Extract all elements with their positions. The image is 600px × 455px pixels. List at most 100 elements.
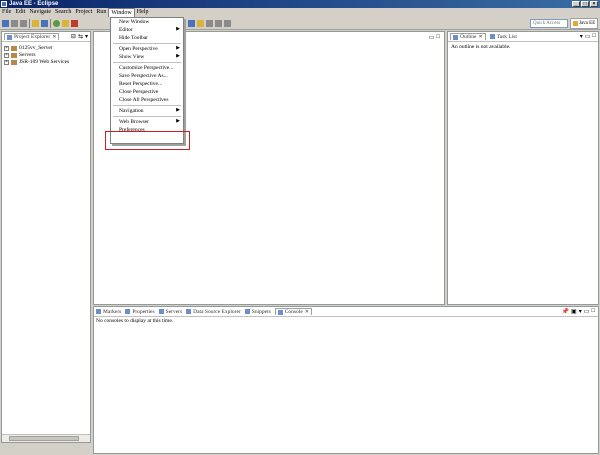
- external-tools-icon[interactable]: [188, 19, 195, 27]
- menu-window[interactable]: Window: [108, 7, 135, 18]
- tab-snippets[interactable]: Snippets: [244, 309, 271, 315]
- back-icon[interactable]: [215, 19, 222, 27]
- tab-console[interactable]: Console ✕: [274, 308, 312, 315]
- maximize-icon[interactable]: □: [591, 308, 595, 315]
- tab-project-explorer[interactable]: Project Explorer ✕: [4, 33, 60, 40]
- menu-item-label: Show View: [119, 54, 145, 60]
- maximize-button[interactable]: □: [581, 1, 589, 7]
- expand-icon[interactable]: +: [4, 46, 9, 51]
- menu-item-hide-toolbar[interactable]: Hide Toolbar: [111, 34, 183, 42]
- menu-item-reset-perspective[interactable]: Reset Perspective...: [111, 80, 183, 88]
- tree-item[interactable]: + Servers: [4, 52, 88, 59]
- collapse-all-icon[interactable]: ⊟: [71, 33, 76, 40]
- next-annotation-icon[interactable]: [206, 19, 213, 27]
- search-icon[interactable]: [41, 19, 48, 27]
- menu-item-new-window[interactable]: New Window: [111, 18, 183, 26]
- stop-icon[interactable]: [71, 19, 78, 27]
- tab-servers-label: Servers: [165, 308, 183, 315]
- menu-item-customize-perspective[interactable]: Customize Perspective...: [111, 64, 183, 72]
- menu-item-label: Web Browser: [119, 119, 149, 125]
- tab-task-list[interactable]: Task List: [489, 33, 517, 40]
- menu-item-label: Editor: [119, 27, 133, 33]
- perspective-button[interactable]: Java EE: [570, 18, 598, 29]
- toolbar-separator: [50, 18, 51, 28]
- quick-access-input[interactable]: Quick Access: [530, 19, 568, 28]
- project-tree: + 0125vv_Server + Servers + JSR-109 Web …: [2, 42, 90, 69]
- link-editor-icon[interactable]: ⇆: [78, 33, 83, 40]
- menu-item-editor[interactable]: Editor ▶: [111, 26, 183, 34]
- open-console-icon[interactable]: ▾: [579, 308, 582, 315]
- expand-icon[interactable]: +: [4, 60, 9, 65]
- menu-item-close-perspective[interactable]: Close Perspective: [111, 88, 183, 96]
- folder-icon: [11, 53, 17, 58]
- submenu-arrow-icon: ▶: [176, 46, 180, 51]
- save-icon[interactable]: [11, 19, 18, 27]
- minimize-icon[interactable]: ▭: [429, 34, 435, 41]
- tab-task-list-label: Task List: [496, 33, 517, 40]
- main-toolbar: [0, 17, 600, 30]
- tab-data-source-explorer[interactable]: Data Source Explorer: [186, 309, 241, 315]
- close-icon[interactable]: ✕: [479, 34, 483, 40]
- view-menu-icon[interactable]: ▾: [85, 33, 88, 40]
- outline-panel: Outline ✕ Task List ▾ ▭ □ An outline is …: [447, 31, 599, 305]
- menu-help[interactable]: Help: [135, 8, 151, 17]
- close-icon[interactable]: ✕: [52, 34, 56, 40]
- menu-search[interactable]: Search: [53, 8, 73, 17]
- minimize-icon[interactable]: ▭: [585, 33, 591, 40]
- toolbar-separator: [29, 18, 30, 28]
- open-task-icon[interactable]: [197, 19, 204, 27]
- task-list-icon: [489, 34, 495, 39]
- tab-outline[interactable]: Outline ✕: [450, 33, 486, 40]
- menu-item-open-perspective[interactable]: Open Perspective ▶: [111, 45, 183, 53]
- pin-console-icon[interactable]: 📌: [562, 308, 569, 315]
- data-source-icon: [186, 309, 192, 314]
- horizontal-scrollbar[interactable]: [2, 434, 90, 442]
- close-icon[interactable]: ✕: [305, 309, 309, 315]
- close-button[interactable]: ×: [590, 1, 598, 7]
- submenu-arrow-icon: ▶: [176, 54, 180, 59]
- menu-run[interactable]: Run: [94, 8, 108, 17]
- console-icon: [277, 309, 283, 315]
- print-icon[interactable]: [20, 19, 27, 27]
- scrollbar-thumb[interactable]: [9, 436, 79, 441]
- maximize-icon[interactable]: □: [592, 33, 596, 40]
- menu-item-close-all-perspectives[interactable]: Close All Perspectives: [111, 96, 183, 104]
- maximize-icon[interactable]: □: [436, 34, 440, 41]
- markers-icon: [96, 309, 101, 314]
- display-console-icon[interactable]: ▣: [571, 308, 577, 315]
- minimize-icon[interactable]: ▭: [584, 308, 590, 315]
- open-type-icon[interactable]: [32, 19, 39, 27]
- tab-data-source-label: Data Source Explorer: [193, 308, 241, 315]
- menu-item-show-view[interactable]: Show View ▶: [111, 53, 183, 61]
- new-icon[interactable]: [2, 19, 9, 27]
- tab-markers[interactable]: Markers: [96, 309, 121, 315]
- tab-servers[interactable]: Servers: [158, 308, 183, 315]
- menu-edit[interactable]: Edit: [13, 8, 27, 17]
- tab-project-explorer-label: Project Explorer: [14, 34, 51, 40]
- menu-item-save-perspective-as[interactable]: Save Perspective As...: [111, 72, 183, 80]
- menu-item-label: Close All Perspectives: [119, 97, 169, 103]
- debug-icon[interactable]: [53, 19, 60, 27]
- preferences-highlight: [105, 131, 190, 150]
- menu-item-navigation[interactable]: Navigation ▶: [111, 107, 183, 115]
- tree-item[interactable]: + 0125vv_Server: [4, 45, 88, 52]
- menu-file[interactable]: File: [0, 8, 13, 17]
- project-explorer-icon: [7, 34, 12, 40]
- menu-item-label: Hide Toolbar: [119, 35, 148, 41]
- menu-navigate[interactable]: Navigate: [27, 8, 53, 17]
- submenu-arrow-icon: ▶: [176, 119, 180, 124]
- menu-project[interactable]: Project: [73, 8, 94, 17]
- expand-icon[interactable]: +: [4, 53, 9, 58]
- tree-item[interactable]: + JSR-109 Web Services: [4, 59, 88, 66]
- tree-item-label: JSR-109 Web Services: [19, 59, 70, 65]
- view-menu-icon[interactable]: ▾: [580, 33, 583, 40]
- console-panel: Markers Properties Servers Data Source E…: [93, 306, 599, 454]
- outline-icon: [453, 34, 458, 40]
- menu-item-label: Customize Perspective...: [119, 65, 174, 71]
- minimize-button[interactable]: _: [572, 1, 580, 7]
- server-icon[interactable]: [62, 19, 69, 27]
- menu-item-web-browser[interactable]: Web Browser ▶: [111, 118, 183, 126]
- forward-icon[interactable]: [224, 19, 231, 27]
- web-services-icon: [11, 60, 17, 65]
- tab-properties[interactable]: Properties: [125, 309, 155, 315]
